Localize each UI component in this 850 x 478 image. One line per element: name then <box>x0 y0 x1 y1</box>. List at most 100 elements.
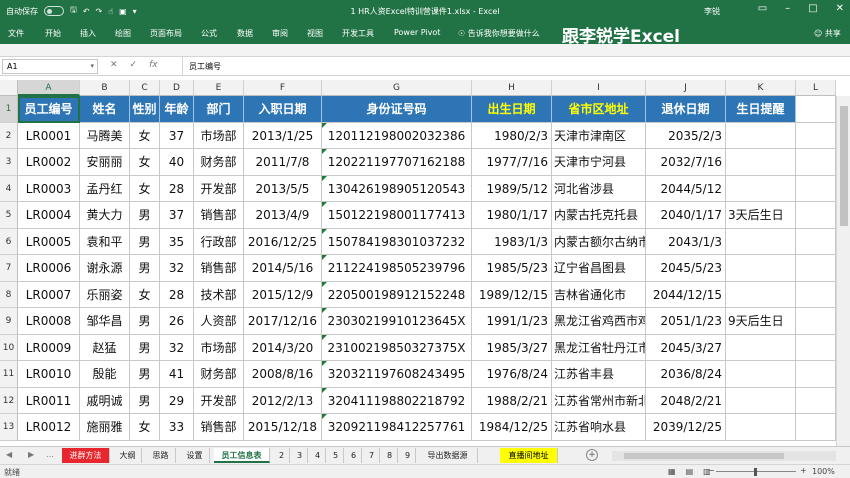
header-cell[interactable]: 年龄 <box>160 96 194 123</box>
column-header-g[interactable]: G <box>322 80 472 96</box>
table-cell[interactable]: 120221197707162188 <box>322 149 472 176</box>
zoom-out-icon[interactable]: − <box>708 466 715 475</box>
table-cell[interactable]: 26 <box>160 308 194 335</box>
table-cell[interactable]: 3天后生日 <box>726 202 796 229</box>
table-cell[interactable]: LR0001 <box>18 122 80 149</box>
header-cell[interactable]: 部门 <box>194 96 244 123</box>
table-cell[interactable] <box>796 414 836 441</box>
table-cell[interactable] <box>726 175 796 202</box>
table-cell[interactable]: 2011/7/8 <box>244 149 322 176</box>
table-cell[interactable]: LR0007 <box>18 281 80 308</box>
table-cell[interactable]: 320321197608243495 <box>322 361 472 388</box>
column-header-d[interactable]: D <box>160 80 194 96</box>
table-cell[interactable]: LR0002 <box>18 149 80 176</box>
table-cell[interactable]: 谢永源 <box>80 255 130 282</box>
table-cell[interactable]: 男 <box>130 228 160 255</box>
table-cell[interactable]: 安丽丽 <box>80 149 130 176</box>
table-cell[interactable]: LR0004 <box>18 202 80 229</box>
add-sheet-icon[interactable]: + <box>586 449 598 461</box>
table-cell[interactable]: LR0009 <box>18 334 80 361</box>
table-cell[interactable]: 35 <box>160 228 194 255</box>
table-cell[interactable]: 邹华昌 <box>80 308 130 335</box>
enter-icon[interactable]: ✓ <box>130 60 138 70</box>
table-cell[interactable] <box>726 281 796 308</box>
table-cell[interactable]: 销售部 <box>194 414 244 441</box>
cancel-icon[interactable]: ✕ <box>110 60 118 70</box>
table-cell[interactable]: 销售部 <box>194 202 244 229</box>
sheet-tab[interactable]: 思路 <box>146 448 176 463</box>
row-header-1[interactable]: 1 <box>0 96 18 123</box>
table-cell[interactable]: 120112198002032386 <box>322 122 472 149</box>
column-header-c[interactable]: C <box>130 80 160 96</box>
page-layout-view-icon[interactable]: ▤ <box>686 467 694 476</box>
table-cell[interactable]: 1980/1/17 <box>472 202 552 229</box>
table-cell[interactable] <box>726 414 796 441</box>
table-cell[interactable]: 2036/8/24 <box>646 361 726 388</box>
table-cell[interactable]: 男 <box>130 387 160 414</box>
scroll-thumb[interactable] <box>624 453 784 459</box>
table-cell[interactable]: 2017/12/16 <box>244 308 322 335</box>
table-cell[interactable]: 1989/12/15 <box>472 281 552 308</box>
header-cell[interactable]: 身份证号码 <box>322 96 472 123</box>
tab-view[interactable]: 视图 <box>307 28 323 39</box>
vertical-scrollbar[interactable] <box>836 96 850 446</box>
table-cell[interactable] <box>726 149 796 176</box>
table-cell[interactable]: 男 <box>130 202 160 229</box>
column-header-b[interactable]: B <box>80 80 130 96</box>
table-cell[interactable]: 江苏省常州市新北区 <box>552 387 646 414</box>
table-cell[interactable]: 男 <box>130 255 160 282</box>
row-header-5[interactable]: 5 <box>0 202 18 229</box>
sheet-tab[interactable]: 8 <box>382 448 398 463</box>
table-cell[interactable]: 2044/12/15 <box>646 281 726 308</box>
table-cell[interactable]: 市场部 <box>194 334 244 361</box>
table-cell[interactable]: 29 <box>160 387 194 414</box>
table-cell[interactable]: 211224198505239796 <box>322 255 472 282</box>
tab-formulas[interactable]: 公式 <box>201 28 217 39</box>
table-cell[interactable]: 2013/1/25 <box>244 122 322 149</box>
table-cell[interactable]: 33 <box>160 414 194 441</box>
table-cell[interactable]: 女 <box>130 122 160 149</box>
tab-draw[interactable]: 绘图 <box>115 28 131 39</box>
table-cell[interactable] <box>796 334 836 361</box>
table-cell[interactable]: 乐丽姿 <box>80 281 130 308</box>
table-cell[interactable]: 2035/2/3 <box>646 122 726 149</box>
row-header-13[interactable]: 13 <box>0 414 18 441</box>
table-cell[interactable]: LR0003 <box>18 175 80 202</box>
table-cell[interactable]: 女 <box>130 149 160 176</box>
table-cell[interactable] <box>726 334 796 361</box>
table-cell[interactable]: 江苏省响水县 <box>552 414 646 441</box>
table-cell[interactable]: 1985/5/23 <box>472 255 552 282</box>
table-cell[interactable]: 2044/5/12 <box>646 175 726 202</box>
table-cell[interactable]: 财务部 <box>194 361 244 388</box>
table-cell[interactable] <box>796 202 836 229</box>
table-cell[interactable]: 2008/8/16 <box>244 361 322 388</box>
sheet-tab[interactable]: 进群方法 <box>62 448 110 463</box>
table-cell[interactable]: 天津市津南区 <box>552 122 646 149</box>
header-cell[interactable]: 省市区地址 <box>552 96 646 123</box>
horizontal-scrollbar[interactable] <box>612 451 836 461</box>
table-cell[interactable] <box>726 122 796 149</box>
select-all-corner[interactable] <box>0 80 18 96</box>
table-cell[interactable]: 1983/1/3 <box>472 228 552 255</box>
tell-me-search[interactable]: ☉ 告诉我你想要做什么 <box>458 28 540 39</box>
table-cell[interactable]: 男 <box>130 334 160 361</box>
table-cell[interactable] <box>726 387 796 414</box>
column-header-h[interactable]: H <box>472 80 552 96</box>
table-cell[interactable]: 销售部 <box>194 255 244 282</box>
table-cell[interactable]: 23030219910123645X <box>322 308 472 335</box>
column-header-a[interactable]: A <box>18 80 80 96</box>
table-cell[interactable]: 袁和平 <box>80 228 130 255</box>
header-cell[interactable]: 生日提醒 <box>726 96 796 123</box>
sheet-tab[interactable]: 6 <box>346 448 362 463</box>
row-header-12[interactable]: 12 <box>0 387 18 414</box>
table-cell[interactable]: LR0005 <box>18 228 80 255</box>
scroll-thumb[interactable] <box>840 106 848 226</box>
user-name[interactable]: 李锐 <box>704 6 720 17</box>
table-cell[interactable]: LR0006 <box>18 255 80 282</box>
table-cell[interactable]: 男 <box>130 361 160 388</box>
table-cell[interactable]: 320921198412257761 <box>322 414 472 441</box>
header-cell[interactable]: 出生日期 <box>472 96 552 123</box>
row-header-11[interactable]: 11 <box>0 361 18 388</box>
table-cell[interactable]: 37 <box>160 202 194 229</box>
table-cell[interactable]: 开发部 <box>194 175 244 202</box>
